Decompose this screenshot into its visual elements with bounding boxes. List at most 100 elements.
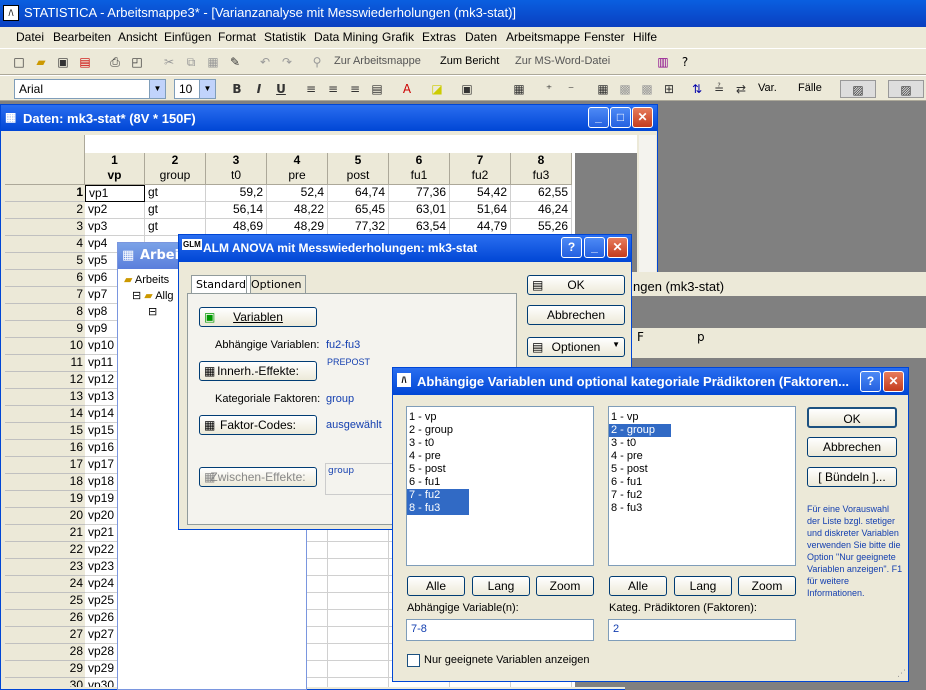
chevron-down-icon[interactable]: ▼ (149, 80, 165, 98)
menu-fenster[interactable]: Fenster (584, 30, 625, 44)
menu-daten[interactable]: Daten (465, 30, 497, 44)
row-header[interactable]: 14 (5, 406, 85, 423)
menu-grafik[interactable]: Grafik (382, 30, 414, 44)
predictor-variable-list[interactable]: 1 - vp 2 - group 3 - t0 4 - pre 5 - post… (608, 406, 796, 566)
to-workbook-button[interactable]: Zur Arbeitsmappe (334, 55, 421, 67)
table-cell[interactable]: 46,24 (511, 202, 572, 219)
row-header[interactable]: 21 (5, 525, 85, 542)
row-header[interactable]: 26 (5, 610, 85, 627)
border-icon[interactable]: ▣ (458, 80, 476, 98)
table-cell[interactable] (328, 593, 389, 610)
column-header-group[interactable]: 2 group (145, 153, 206, 185)
corner-cell[interactable] (5, 135, 85, 185)
row-header[interactable]: 9 (5, 321, 85, 338)
list-item-selected[interactable]: 7 - fu2 (407, 489, 469, 502)
maximize-button[interactable]: □ (610, 107, 631, 128)
decimal-remove-icon[interactable]: ⁻ (562, 80, 580, 98)
table-cell[interactable]: 52,4 (267, 185, 328, 202)
row-header[interactable]: 17 (5, 457, 85, 474)
ok-button[interactable]: OK (807, 407, 897, 428)
chevron-down-icon[interactable]: ▼ (199, 80, 215, 98)
list-item[interactable]: 2 - group (407, 424, 593, 437)
table-cell[interactable]: gt (145, 202, 206, 219)
redo-icon[interactable]: ↷ (278, 53, 296, 71)
fill-color-icon[interactable]: ◪ (428, 80, 446, 98)
table-cell[interactable]: 56,14 (206, 202, 267, 219)
row-header[interactable]: 2 (5, 202, 85, 219)
list-item[interactable]: 1 - vp (407, 411, 593, 424)
table-cell[interactable]: 65,45 (328, 202, 389, 219)
variables-menu[interactable]: Var. (758, 82, 777, 94)
grid-icon[interactable]: ▦ (510, 80, 528, 98)
select-all-right-button[interactable]: Alle (609, 576, 667, 596)
cut-icon[interactable]: ✂ (160, 53, 178, 71)
list-item[interactable]: 1 - vp (609, 411, 795, 424)
suitable-only-checkbox[interactable] (407, 654, 420, 667)
table-cell[interactable] (328, 678, 389, 687)
table-cell[interactable]: vp1 (85, 185, 145, 202)
list-item[interactable]: 4 - pre (609, 450, 795, 463)
table-cell[interactable] (328, 661, 389, 678)
table-cell[interactable]: 51,64 (450, 202, 511, 219)
tab-standard[interactable]: Standard (191, 275, 252, 293)
row-header[interactable]: 12 (5, 372, 85, 389)
table-cell[interactable] (328, 559, 389, 576)
vertical-scrollbar[interactable] (639, 135, 656, 275)
row-header[interactable]: 29 (5, 661, 85, 678)
cancel-button[interactable]: Abbrechen (527, 305, 625, 325)
list-item[interactable]: 5 - post (407, 463, 593, 476)
find-icon[interactable]: ⚲ (308, 53, 326, 71)
print-preview-icon[interactable]: ◰ (128, 53, 146, 71)
dependent-variable-list[interactable]: 1 - vp 2 - group 3 - t0 4 - pre 5 - post… (406, 406, 594, 566)
options-button[interactable]: ▤ Optionen ▼ (527, 337, 625, 357)
between-effects-button[interactable]: ▦ Zwischen-Effekte: (199, 467, 317, 487)
table-cell[interactable] (328, 576, 389, 593)
predictor-field[interactable]: 2 (608, 619, 796, 641)
bundle-button[interactable]: [ Bündeln ]... (807, 467, 897, 487)
row-header[interactable]: 28 (5, 644, 85, 661)
list-item[interactable]: 3 - t0 (407, 437, 593, 450)
font-color-icon[interactable]: A (398, 80, 416, 98)
align-right-icon[interactable]: ≡ (346, 80, 364, 98)
list-item[interactable]: 5 - post (609, 463, 795, 476)
sort-icon[interactable]: ⇅ (688, 80, 706, 98)
pattern-combo[interactable]: ▨ (840, 80, 876, 98)
decimal-add-icon[interactable]: ⁺ (540, 80, 558, 98)
format-painter-icon[interactable]: ✎ (226, 53, 244, 71)
align-left-icon[interactable]: ≡ (302, 80, 320, 98)
resize-grip-icon[interactable]: ⋰ (897, 669, 906, 679)
help-button[interactable]: ? (860, 371, 881, 392)
list-item[interactable]: 3 - t0 (609, 437, 795, 450)
table-cell[interactable] (328, 610, 389, 627)
font-combo[interactable]: Arial ▼ (14, 79, 166, 99)
tab-options[interactable]: Optionen (246, 275, 307, 293)
long-left-button[interactable]: Lang (472, 576, 530, 596)
menu-hilfe[interactable]: Hilfe (633, 30, 657, 44)
table-cell[interactable]: 48,22 (267, 202, 328, 219)
print-icon[interactable]: ⎙ (106, 53, 124, 71)
close-button[interactable]: ✕ (883, 371, 904, 392)
row-header[interactable]: 1 (5, 185, 85, 202)
to-word-button[interactable]: Zur MS-Word-Datei (515, 55, 610, 67)
row-header[interactable]: 10 (5, 338, 85, 355)
table-cell[interactable] (328, 644, 389, 661)
paste-icon[interactable]: ▦ (204, 53, 222, 71)
row-header[interactable]: 5 (5, 253, 85, 270)
pdf-icon[interactable]: ▤ (76, 53, 94, 71)
dependent-field[interactable]: 7-8 (406, 619, 594, 641)
menu-format[interactable]: Format (218, 30, 256, 44)
to-report-button[interactable]: Zum Bericht (440, 55, 499, 67)
column-header-fu3[interactable]: 8 fu3 (511, 153, 572, 185)
table-cell[interactable]: 63,01 (389, 202, 450, 219)
column-header-vp[interactable]: 1 vp (85, 153, 145, 185)
column-header-fu2[interactable]: 7 fu2 (450, 153, 511, 185)
undo-icon[interactable]: ↶ (256, 53, 274, 71)
menu-einfuegen[interactable]: Einfügen (164, 30, 211, 44)
copy-icon[interactable]: ⧉ (182, 53, 200, 71)
chart2-icon[interactable]: ▩ (638, 80, 656, 98)
table-cell[interactable]: 62,55 (511, 185, 572, 202)
save-icon[interactable]: ▣ (54, 53, 72, 71)
row-header[interactable]: 18 (5, 474, 85, 491)
list-item[interactable]: 6 - fu1 (407, 476, 593, 489)
cases-menu[interactable]: Fälle (798, 82, 822, 94)
